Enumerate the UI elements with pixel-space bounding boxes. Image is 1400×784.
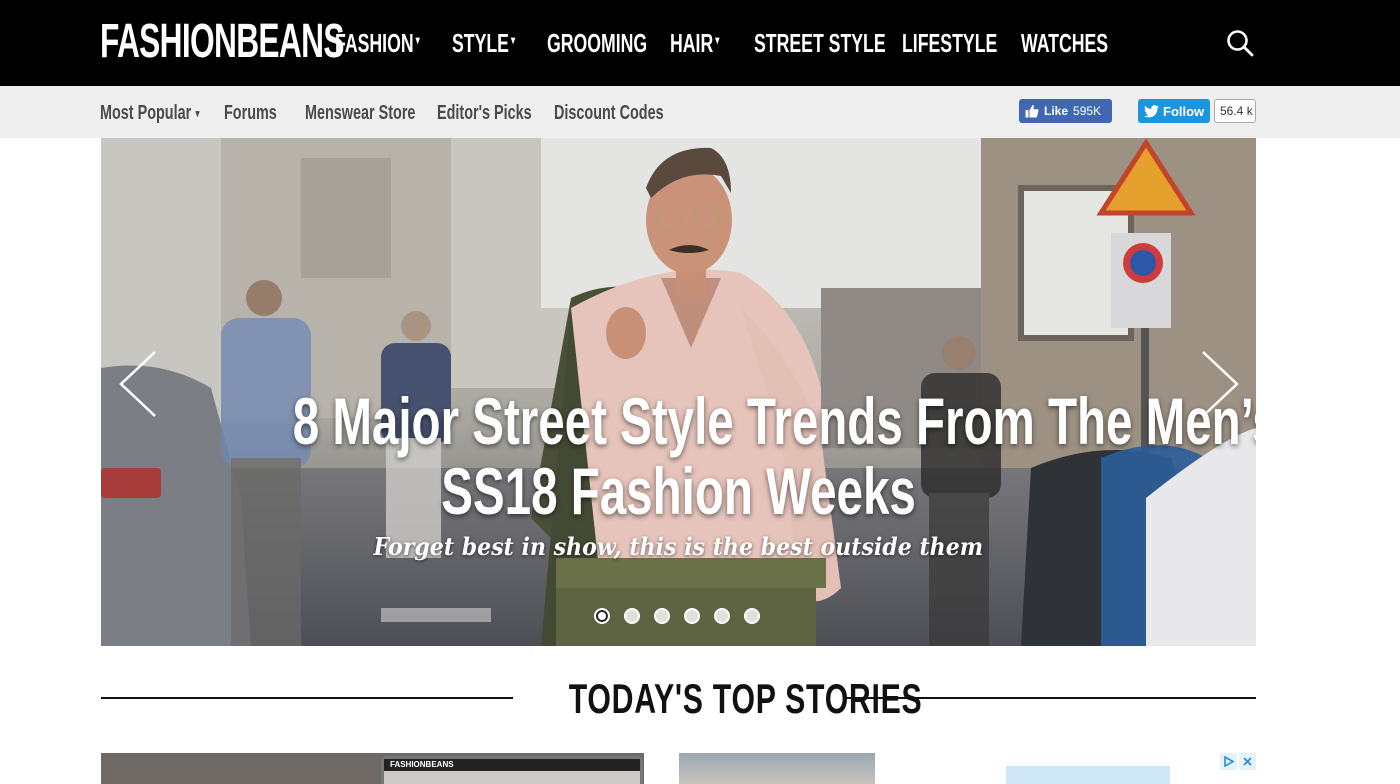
section-title: TODAY'S TOP STORIES [500,676,922,722]
nav-item-label: FASHION [335,27,414,58]
hero-headline-line1: 8 Major Street Style Trends From The Men… [292,384,1256,458]
subnav-forums[interactable]: Forums [224,102,277,125]
site-logo[interactable]: FASHIONBEANS [100,14,344,70]
nav-item-label: HAIR [670,27,714,58]
subnav-label: Most Popular [100,102,192,124]
nav-item-street-style[interactable]: STREET STYLE [754,28,886,59]
twitter-bird-icon [1144,104,1159,117]
nav-item-grooming[interactable]: GROOMING [547,28,647,59]
facebook-like-label: Like [1044,104,1069,118]
carousel-dot-6[interactable] [744,608,760,624]
nav-item-hair[interactable]: HAIR ▾ [670,28,727,59]
chevron-down-icon: ▾ [415,33,420,47]
nav-item-lifestyle[interactable]: LIFESTYLE [902,28,997,59]
carousel-dot-3[interactable] [654,608,670,624]
close-ad-icon[interactable] [1239,753,1256,770]
adchoices-icon[interactable] [1220,753,1237,770]
ad-choices [1220,753,1256,770]
top-navigation-bar: FASHIONBEANS FASHION ▾ STYLE ▾ GROOMING HA… [0,0,1400,86]
subnav-discount-codes[interactable]: Discount Codes [554,102,664,125]
hero-carousel[interactable]: 8 Major Street Style Trends From The Men… [101,138,1256,646]
hero-headline-line2: SS18 Fashion Weeks [441,454,916,528]
carousel-dot-4[interactable] [684,608,700,624]
section-title-text: TODAY'S TOP STORIES [568,675,923,722]
nav-item-label: STYLE [452,27,509,58]
subnav-editors-picks[interactable]: Editor's Picks [437,102,532,125]
hero-headline[interactable]: 8 Major Street Style Trends From The Men… [101,386,1256,526]
carousel-dot-5[interactable] [714,608,730,624]
main-nav: FASHION ▾ STYLE ▾ GROOMING HAIR ▾ STREET ST… [335,0,1131,86]
section-divider-right [843,697,1256,699]
chevron-down-icon: ▾ [715,33,720,47]
hero-subtitle: Forget best in show, this is the best ou… [101,532,1256,561]
twitter-follow-button[interactable]: Follow [1138,99,1210,123]
carousel-pagination [594,608,760,624]
nav-item-label: STREET STYLE [754,27,886,58]
laptop-screen-graphic: FASHIONBEANS [381,756,643,784]
nav-item-style[interactable]: STYLE ▾ [452,28,517,59]
search-icon[interactable] [1226,29,1254,57]
nav-item-fashion[interactable]: FASHION ▾ [335,27,420,59]
nav-item-label: LIFESTYLE [902,27,998,58]
hero-subtitle-text: Forget best in show, this is the best ou… [373,532,984,561]
advertisement-image[interactable] [1006,766,1170,784]
nav-item-watches[interactable]: WATCHES [1021,28,1108,59]
twitter-follower-count: 56.4 k [1214,99,1256,123]
section-divider-left [101,697,513,699]
subnav-most-popular[interactable]: Most Popular ▾ [100,102,200,125]
subnav-menswear-store[interactable]: Menswear Store [305,102,415,125]
twitter-follow-label: Follow [1163,103,1205,119]
nav-item-label: GROOMING [547,27,648,58]
story-card-image-2[interactable] [679,753,875,784]
carousel-dot-1[interactable] [594,608,610,624]
facebook-like-count: 595K [1073,104,1102,118]
facebook-like-button[interactable]: Like 595K [1019,99,1112,123]
story-card-image-1[interactable]: FASHIONBEANS [101,753,644,784]
nav-item-label: WATCHES [1021,27,1109,58]
chevron-down-icon: ▾ [195,108,200,120]
mini-logo: FASHIONBEANS [390,760,454,769]
carousel-dot-2[interactable] [624,608,640,624]
chevron-down-icon: ▾ [511,33,516,47]
thumbs-up-icon [1025,104,1039,118]
